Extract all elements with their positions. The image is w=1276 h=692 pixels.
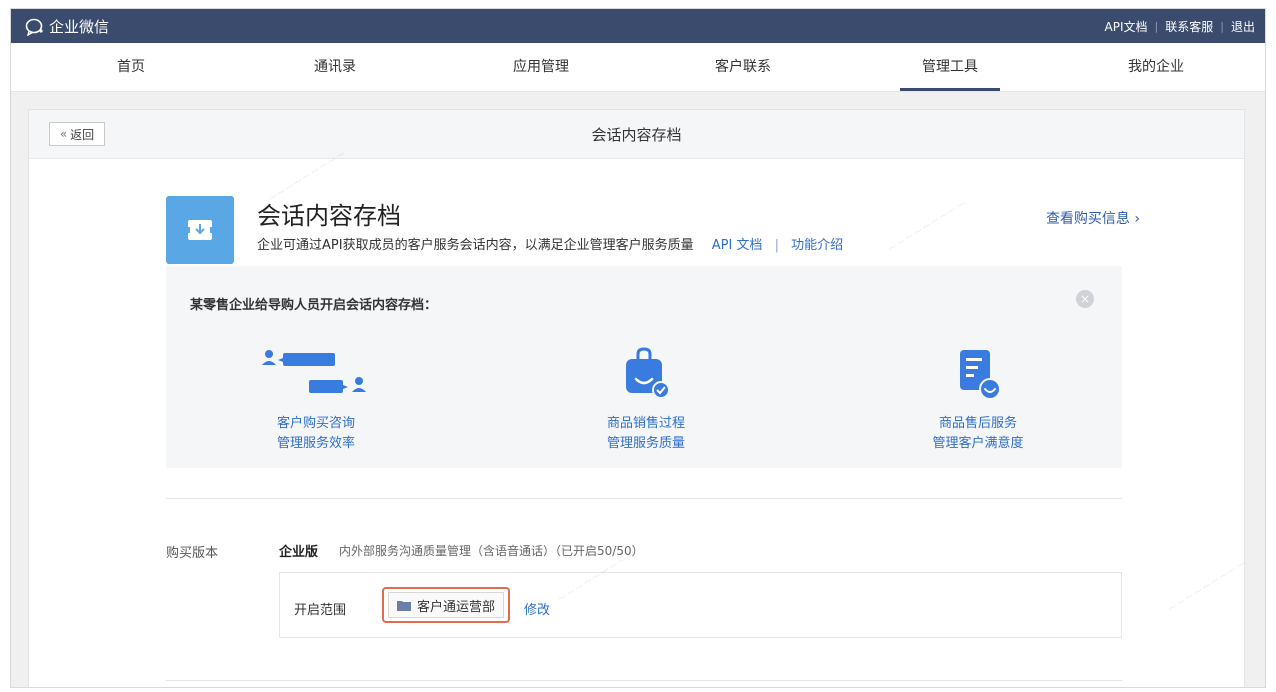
feature-intro-link[interactable]: 功能介绍 [791, 238, 843, 253]
tab-customer-contact[interactable]: 客户联系 [693, 43, 793, 91]
feature-line1: 客户购买咨询 [276, 416, 355, 431]
feature-line1: 商品售后服务 [938, 416, 1017, 431]
feature-line2: 管理客户满意度 [932, 436, 1024, 451]
brand-logo[interactable]: 企业微信 [25, 16, 109, 37]
view-purchase-info-link[interactable]: 查看购买信息 › [1046, 208, 1140, 228]
scope-box: 开启范围 客户通运营部 修改 [279, 572, 1122, 638]
close-icon[interactable]: × [1076, 290, 1094, 308]
edition-description: 内外部服务沟通质量管理（含语音通话）（已开启50/50） [339, 544, 644, 558]
separator: | [1220, 20, 1224, 33]
app-window: 企业微信 API文档 | 联系客服 | 退出 首页 通讯录 应用管理 客户联系 … [10, 8, 1266, 688]
feature-line1: 商品销售过程 [606, 416, 685, 431]
app-title: 会话内容存档 [257, 202, 401, 230]
tab-contacts[interactable]: 通讯录 [295, 43, 375, 91]
tab-home[interactable]: 首页 [91, 43, 171, 91]
feature-item: 商品销售过程 管理服务质量 [546, 338, 746, 454]
purchase-version-label: 购买版本 [166, 546, 219, 561]
divider [166, 680, 1122, 681]
feature-line2: 管理服务效率 [276, 436, 355, 451]
card-header: « 返回 会话内容存档 [29, 110, 1244, 159]
app-description-row: 企业可通过API获取成员的客户服务会话内容，以满足企业管理客户服务质量 API … [257, 234, 843, 253]
tab-app-management[interactable]: 应用管理 [491, 43, 591, 91]
folder-icon [396, 600, 411, 611]
scope-label: 开启范围 [294, 603, 347, 618]
feature-item: 商品售后服务 管理客户满意度 [878, 338, 1078, 454]
feature-item: 客户购买咨询 管理服务效率 [216, 338, 416, 454]
api-doc-link[interactable]: API文档 [1105, 18, 1148, 35]
brand-name: 企业微信 [49, 18, 110, 36]
shopping-bag-check-icon [626, 347, 670, 399]
top-bar: 企业微信 API文档 | 联系客服 | 退出 [11, 9, 1265, 43]
divider [166, 498, 1122, 499]
api-doc-inline-link[interactable]: API 文档 [712, 238, 763, 253]
feature-line2: 管理服务质量 [606, 436, 685, 451]
tab-management-tools[interactable]: 管理工具 [900, 43, 1000, 91]
department-name: 客户通运营部 [416, 599, 495, 615]
app-description: 企业可通过API获取成员的客户服务会话内容，以满足企业管理客户服务质量 [257, 238, 694, 253]
department-chip-highlight: 客户通运营部 [382, 587, 510, 623]
main-nav: 首页 通讯录 应用管理 客户联系 管理工具 我的企业 [11, 43, 1265, 92]
logout-link[interactable]: 退出 [1231, 18, 1255, 35]
separator: | [1154, 20, 1159, 33]
archive-app-icon [166, 196, 234, 264]
wecom-logo-icon [25, 18, 43, 36]
contact-support-link[interactable]: 联系客服 [1165, 18, 1213, 35]
document-smile-icon [960, 350, 1001, 400]
tab-my-enterprise[interactable]: 我的企业 [1106, 43, 1206, 91]
modify-link[interactable]: 修改 [524, 599, 550, 618]
page-title: 会话内容存档 [591, 126, 682, 144]
example-panel-title: 某零售企业给导购人员开启会话内容存档： [190, 298, 438, 313]
content-card: « 返回 会话内容存档 会话内容存档 企业可通过API获取成员的客户服务会话内容… [28, 109, 1245, 687]
top-links: API文档 | 联系客服 | 退出 [1105, 18, 1255, 35]
link-separator: | [774, 238, 779, 253]
department-chip[interactable]: 客户通运营部 [387, 592, 504, 618]
edition-name: 企业版 [279, 545, 319, 560]
download-box-icon [187, 220, 213, 240]
chat-users-icon [262, 350, 366, 393]
example-panel: 某零售企业给导购人员开启会话内容存档： × 客户购买咨询 管理服务效率 商品销售… [166, 266, 1122, 468]
